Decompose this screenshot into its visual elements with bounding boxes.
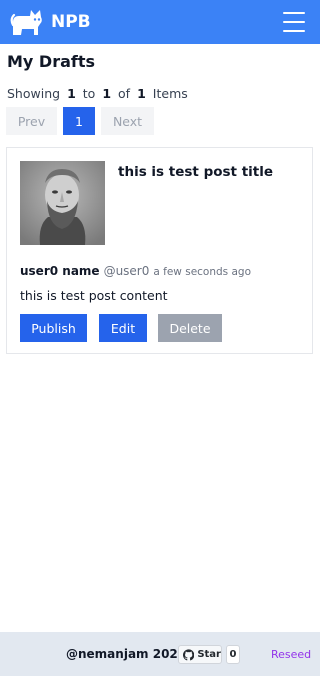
reseed-link[interactable]: Reseed xyxy=(271,648,311,661)
pagination-summary: Showing 1 to 1 of 1 Items xyxy=(7,86,188,101)
star-label: Star xyxy=(197,649,221,660)
hamburger-menu-icon[interactable] xyxy=(283,11,305,33)
top-navbar: NPB xyxy=(0,0,320,44)
delete-button[interactable]: Delete xyxy=(158,314,222,342)
brand-name: NPB xyxy=(51,12,91,32)
post-timestamp: a few seconds ago xyxy=(153,266,252,278)
items-label: Items xyxy=(152,86,188,101)
to-label: to xyxy=(82,86,96,101)
brand-link[interactable]: NPB xyxy=(10,7,91,37)
post-title[interactable]: this is test post title xyxy=(118,164,273,180)
copyright-text: @nemanjam 2022 xyxy=(66,647,187,661)
page: NPB My Drafts Showing 1 to 1 of 1 Items Prev 1… xyxy=(0,0,320,676)
author-name[interactable]: user0 name xyxy=(20,264,100,278)
post-card: this is test post title user0 name @user0… xyxy=(6,147,313,354)
post-meta: user0 name @user0 a few seconds ago xyxy=(20,260,251,279)
range-from: 1 xyxy=(67,86,76,101)
edit-button[interactable]: Edit xyxy=(99,314,147,342)
publish-button[interactable]: Publish xyxy=(20,314,87,342)
showing-label: Showing xyxy=(7,86,61,101)
range-to: 1 xyxy=(102,86,112,101)
footer: @nemanjam 2022 Star 0 Reseed xyxy=(0,632,320,676)
bust-portrait-image xyxy=(20,161,105,245)
prev-page-button[interactable]: Prev xyxy=(6,107,57,135)
avatar xyxy=(20,161,105,245)
post-content: this is test post content xyxy=(20,288,168,303)
github-star-button[interactable]: Star xyxy=(178,645,222,664)
current-page-button[interactable]: 1 xyxy=(63,107,95,135)
author-handle[interactable]: @user0 xyxy=(104,264,150,278)
next-page-button[interactable]: Next xyxy=(101,107,154,135)
github-icon xyxy=(183,648,195,660)
of-label: of xyxy=(118,86,131,101)
total-items: 1 xyxy=(137,86,146,101)
cat-logo-icon xyxy=(10,10,42,35)
page-title: My Drafts xyxy=(7,52,96,71)
star-count[interactable]: 0 xyxy=(226,645,240,664)
